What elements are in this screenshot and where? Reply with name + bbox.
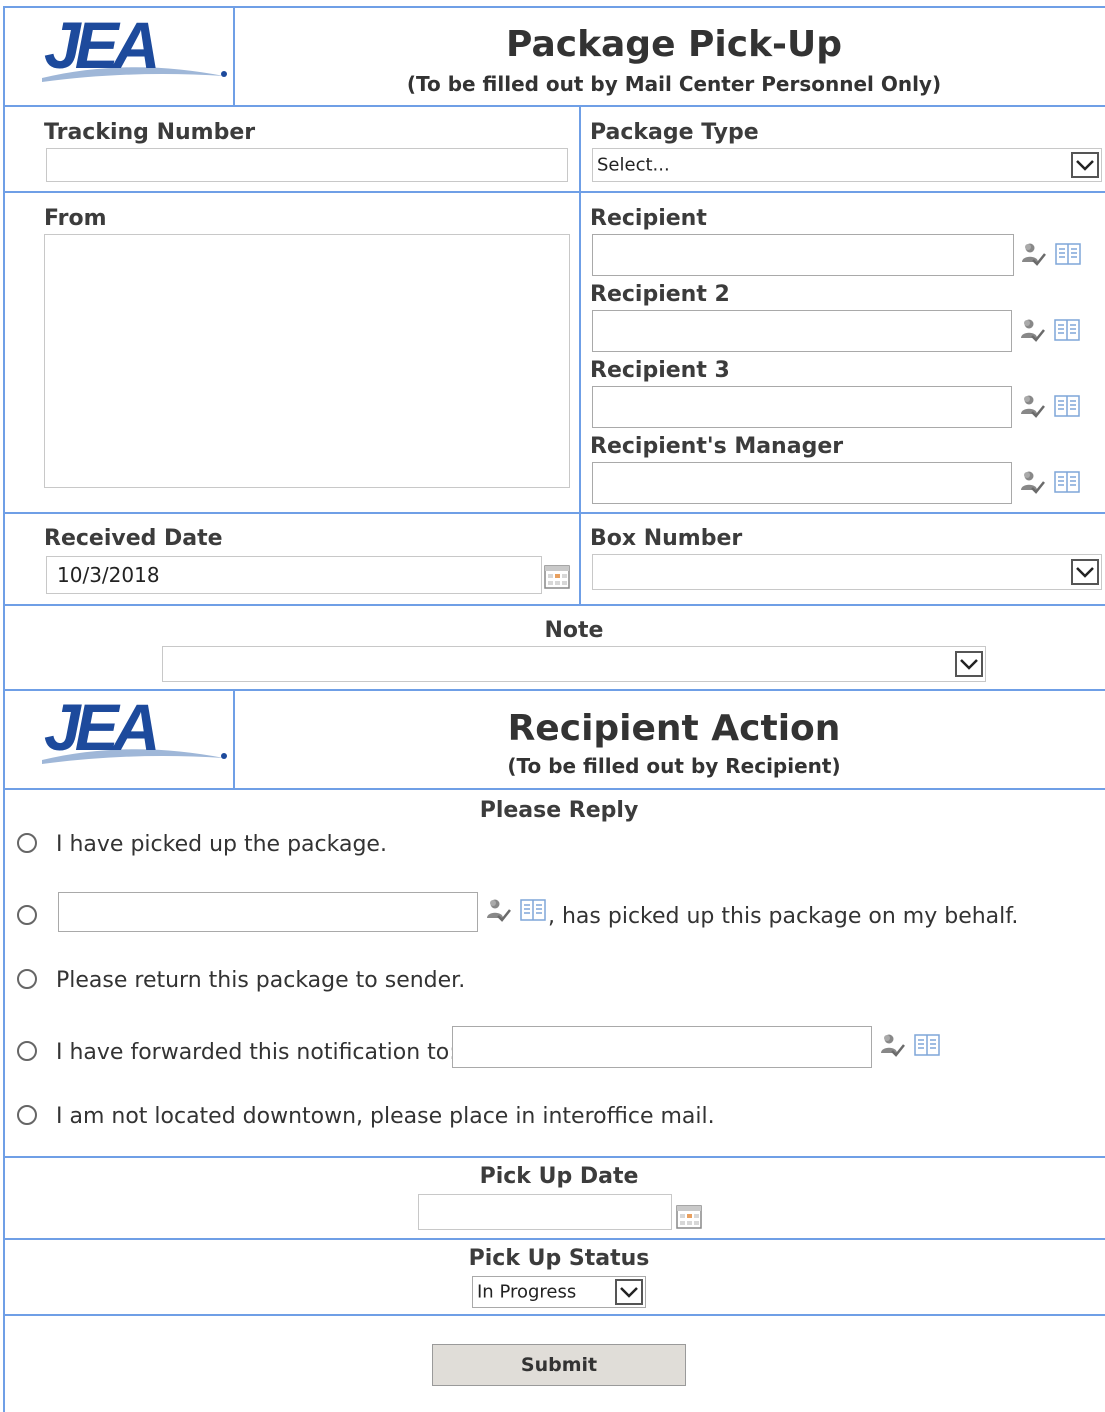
recipient3-input[interactable] bbox=[592, 386, 1012, 428]
recipient-input[interactable] bbox=[592, 234, 1014, 276]
row2-bottom-border bbox=[3, 512, 1105, 514]
radio-picked-up[interactable] bbox=[17, 833, 37, 853]
header-divider bbox=[233, 6, 235, 106]
radio-interoffice[interactable] bbox=[17, 1105, 37, 1125]
calendar-icon[interactable] bbox=[544, 565, 570, 593]
pick-up-status-label: Pick Up Status bbox=[468, 1246, 650, 1271]
recipient-manager-input[interactable] bbox=[592, 462, 1012, 504]
radio-behalf[interactable] bbox=[17, 905, 37, 925]
package-type-select[interactable]: Select... bbox=[592, 148, 1102, 182]
page-title: Package Pick-Up bbox=[506, 24, 842, 65]
action-header-bottom-border bbox=[3, 788, 1105, 790]
check-names-icon[interactable] bbox=[879, 1033, 906, 1063]
frame-top-border bbox=[3, 6, 1105, 8]
option-interoffice-text: I am not located downtown, please place … bbox=[56, 1104, 715, 1129]
radio-return[interactable] bbox=[17, 969, 37, 989]
status-bottom-border bbox=[3, 1314, 1105, 1316]
forwarded-to-input[interactable] bbox=[452, 1026, 872, 1068]
chevron-down-icon[interactable] bbox=[613, 1277, 645, 1307]
chevron-down-icon[interactable] bbox=[1069, 149, 1101, 181]
option-picked-up-text: I have picked up the package. bbox=[56, 832, 387, 857]
action-title: Recipient Action bbox=[507, 708, 841, 749]
pick-up-date-input[interactable] bbox=[418, 1194, 672, 1230]
tracking-number-input[interactable] bbox=[46, 148, 568, 182]
recipient2-label: Recipient 2 bbox=[590, 282, 730, 307]
option-return-text: Please return this package to sender. bbox=[56, 968, 466, 993]
recipient-label: Recipient bbox=[590, 206, 707, 231]
check-names-icon[interactable] bbox=[1019, 394, 1046, 424]
check-names-icon[interactable] bbox=[1019, 318, 1046, 348]
option-behalf-text: , has picked up this package on my behal… bbox=[548, 904, 1019, 929]
check-names-icon[interactable] bbox=[1020, 242, 1047, 272]
jea-logo bbox=[42, 690, 232, 770]
row1-divider bbox=[579, 105, 581, 605]
box-number-select[interactable] bbox=[592, 554, 1102, 590]
received-date-input[interactable]: 10/3/2018 bbox=[46, 556, 542, 594]
behalf-person-input[interactable] bbox=[58, 892, 478, 932]
from-label: From bbox=[44, 206, 107, 231]
row1-bottom-border bbox=[3, 191, 1105, 193]
row4-bottom-border bbox=[3, 689, 1105, 691]
address-book-icon[interactable] bbox=[1055, 242, 1081, 270]
chevron-down-icon[interactable] bbox=[953, 647, 985, 681]
address-book-icon[interactable] bbox=[1054, 470, 1080, 498]
chevron-down-icon[interactable] bbox=[1069, 555, 1101, 589]
pick-up-status-select[interactable]: In Progress bbox=[472, 1276, 646, 1308]
submit-button[interactable]: Submit bbox=[432, 1344, 686, 1386]
pick-up-date-label: Pick Up Date bbox=[479, 1164, 639, 1189]
reply-bottom-border bbox=[3, 1156, 1105, 1158]
action-subtitle: (To be filled out by Recipient) bbox=[507, 754, 841, 778]
address-book-icon[interactable] bbox=[1054, 394, 1080, 422]
address-book-icon[interactable] bbox=[520, 898, 546, 926]
address-book-icon[interactable] bbox=[1054, 318, 1080, 346]
header-bottom-border bbox=[3, 105, 1105, 107]
box-number-label: Box Number bbox=[590, 526, 743, 551]
radio-forwarded[interactable] bbox=[17, 1041, 37, 1061]
please-reply-label: Please Reply bbox=[479, 798, 639, 823]
note-select[interactable] bbox=[162, 646, 986, 682]
received-date-label: Received Date bbox=[44, 526, 223, 551]
note-label: Note bbox=[544, 618, 604, 643]
check-names-icon[interactable] bbox=[485, 898, 512, 928]
action-header-divider bbox=[233, 689, 235, 789]
from-textarea[interactable] bbox=[44, 234, 570, 488]
row3-bottom-border bbox=[3, 604, 1105, 606]
address-book-icon[interactable] bbox=[914, 1033, 940, 1061]
page-subtitle: (To be filled out by Mail Center Personn… bbox=[406, 72, 942, 96]
option-forwarded-text: I have forwarded this notification to: bbox=[56, 1040, 457, 1065]
tracking-number-label: Tracking Number bbox=[44, 120, 256, 145]
recipient-manager-label: Recipient's Manager bbox=[590, 434, 844, 459]
package-type-label: Package Type bbox=[590, 120, 759, 145]
frame-left-border bbox=[3, 6, 5, 1412]
recipient3-label: Recipient 3 bbox=[590, 358, 730, 383]
calendar-icon[interactable] bbox=[676, 1205, 702, 1233]
pickup-date-bottom-border bbox=[3, 1238, 1105, 1240]
check-names-icon[interactable] bbox=[1019, 470, 1046, 500]
recipient2-input[interactable] bbox=[592, 310, 1012, 352]
jea-logo bbox=[42, 8, 232, 88]
